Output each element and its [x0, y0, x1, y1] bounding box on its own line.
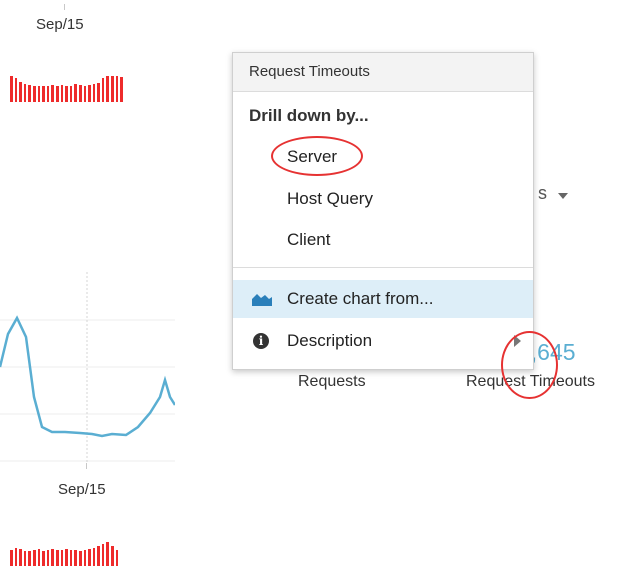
- sparkline-bar: [83, 550, 87, 566]
- sparkline-bar: [46, 86, 50, 102]
- sparkline-bar: [74, 550, 77, 566]
- sparkline-bar: [111, 546, 114, 566]
- sparkline-bar: [92, 548, 96, 566]
- sparkline-bar: [51, 85, 54, 102]
- drill-item-host-query[interactable]: Host Query: [233, 181, 533, 217]
- sparkline-bar: [37, 549, 41, 566]
- sparkline-bar: [10, 76, 13, 102]
- sparkline-bar: [83, 86, 87, 102]
- sparkline-bar: [32, 550, 36, 566]
- sparkline-bar: [115, 76, 119, 102]
- sparkline-bar: [88, 549, 91, 566]
- drill-item-client[interactable]: Client: [233, 222, 533, 258]
- sparkline-bar: [74, 84, 77, 102]
- sparkline-bar: [32, 86, 36, 102]
- sparkline-bar: [88, 85, 91, 102]
- sparkline-bar: [23, 84, 27, 102]
- sparkline-bar: [23, 551, 27, 566]
- sparkline-bar: [69, 550, 73, 566]
- sparkline-bar: [65, 549, 68, 566]
- sparkline-bar: [111, 76, 114, 102]
- info-icon: i: [253, 333, 269, 349]
- sparkline-bar: [69, 86, 73, 102]
- metric-dropdown-label[interactable]: s: [538, 183, 547, 204]
- area-chart-icon: [252, 294, 272, 306]
- sparkline-bar: [46, 550, 50, 566]
- sparkline-bar: [106, 76, 110, 102]
- sparkline-bar: [92, 84, 96, 102]
- sparkline-bar: [42, 86, 45, 102]
- bottom-axis-tick: [86, 463, 87, 469]
- create-chart-label: Create chart from...: [287, 289, 434, 308]
- context-menu: Request Timeouts Drill down by... Server…: [232, 52, 534, 370]
- sparkline-bar: [120, 77, 123, 102]
- sparkline-bar: [115, 550, 119, 566]
- sparkline-bar: [51, 549, 54, 566]
- sparkline-bar: [37, 86, 41, 102]
- create-chart-item[interactable]: Create chart from...: [233, 280, 533, 318]
- sparkline-bar: [19, 549, 22, 566]
- sparkline-bar: [60, 550, 64, 566]
- bottom-bar-sparkline: [10, 540, 119, 566]
- sparkline-bar: [78, 551, 82, 566]
- sparkline-bar: [97, 83, 100, 102]
- caret-down-icon[interactable]: [558, 193, 568, 199]
- top-bar-sparkline: [10, 76, 123, 102]
- description-item[interactable]: i Description: [233, 323, 533, 359]
- sparkline-bar: [14, 78, 18, 102]
- annotation-circle-timeouts: [501, 331, 558, 399]
- sparkline-bar: [55, 550, 59, 566]
- annotation-circle-server: [271, 136, 363, 176]
- sparkline-bar: [101, 544, 105, 566]
- sparkline-bar: [19, 82, 22, 102]
- request-line-chart: [0, 272, 175, 462]
- sparkline-bar: [106, 542, 110, 566]
- sparkline-bar: [78, 85, 82, 102]
- top-axis-tick: [64, 4, 65, 10]
- description-label: Description: [287, 331, 373, 350]
- sparkline-bar: [55, 86, 59, 102]
- sparkline-bar: [60, 85, 64, 102]
- sparkline-bar: [97, 546, 100, 566]
- top-date-label: Sep/15: [36, 16, 84, 33]
- sparkline-bar: [101, 78, 105, 102]
- sparkline-bar: [42, 551, 45, 566]
- sparkline-bar: [10, 550, 13, 566]
- sparkline-bar: [28, 551, 31, 566]
- drill-down-title: Drill down by...: [249, 106, 369, 125]
- bottom-date-label: Sep/15: [58, 481, 106, 498]
- menu-header: Request Timeouts: [233, 53, 533, 92]
- sparkline-bar: [14, 548, 18, 566]
- menu-divider: [233, 267, 533, 268]
- sparkline-bar: [65, 86, 68, 102]
- requests-label: Requests: [298, 373, 366, 390]
- sparkline-bar: [28, 85, 31, 102]
